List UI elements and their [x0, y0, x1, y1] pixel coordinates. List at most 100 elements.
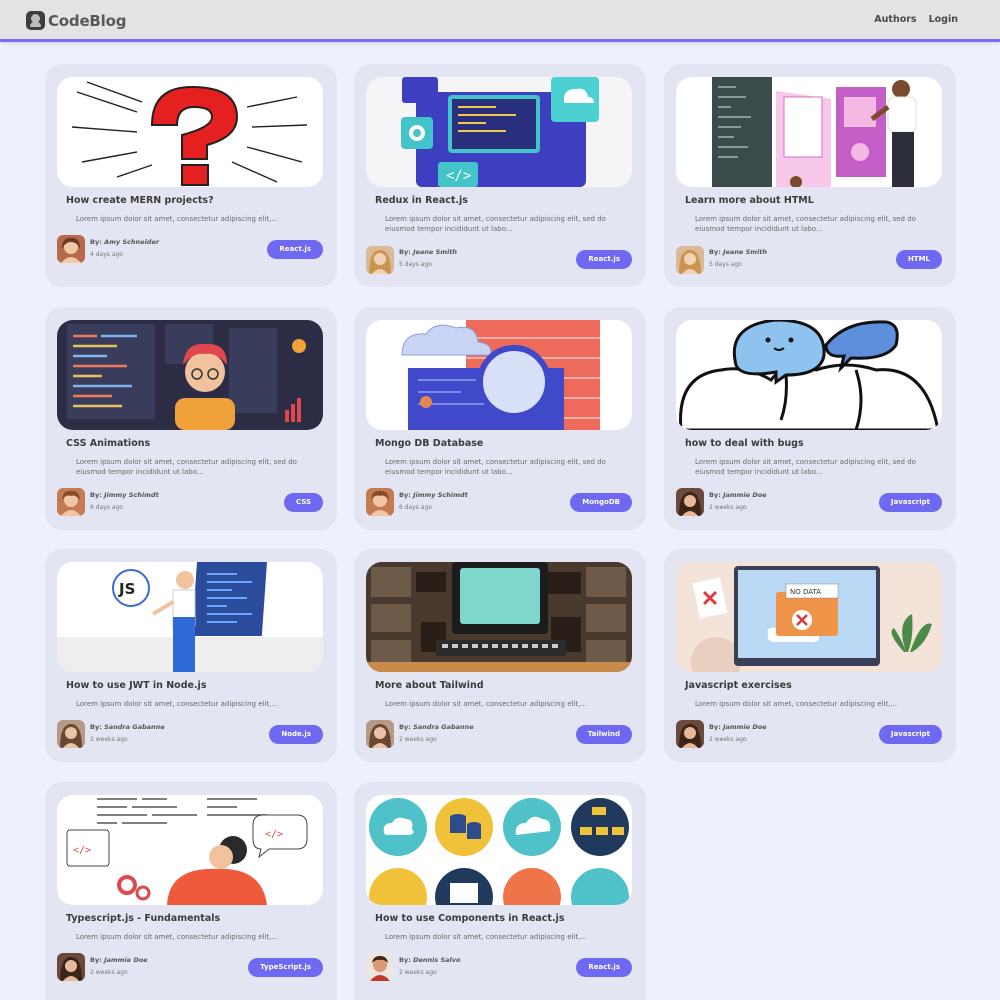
post-card[interactable]: How to use Components in React.js Lorem … — [354, 782, 646, 1000]
post-tag-button[interactable]: Javascript — [878, 725, 942, 744]
post-tag-button[interactable]: TypeScript.js — [248, 958, 323, 977]
post-time: 2 weeks ago — [709, 736, 747, 743]
author-avatar[interactable] — [57, 488, 85, 516]
post-excerpt: Lorem ipsum dolor sit amet, consectetur … — [385, 458, 606, 476]
post-time: 2 weeks ago — [399, 969, 437, 976]
byline-prefix: By: — [399, 723, 411, 731]
retro-computer-image — [366, 562, 632, 672]
post-tag-button[interactable]: CSS — [283, 493, 323, 512]
post-author[interactable]: By: Jeane Smith — [709, 248, 767, 256]
author-avatar[interactable] — [57, 720, 85, 748]
author-name: Jammie Doe — [723, 723, 767, 731]
post-card[interactable]: More about Tailwind Lorem ipsum dolor si… — [354, 549, 646, 762]
post-title[interactable]: How create MERN projects? — [66, 195, 214, 206]
coder-hoodie-illustration: </> </> — [57, 795, 323, 905]
post-tag-button[interactable]: HTML — [895, 250, 942, 269]
post-author[interactable]: By: Jeane Smith — [399, 248, 457, 256]
author-avatar[interactable] — [57, 953, 85, 981]
post-title[interactable]: how to deal with bugs — [685, 438, 804, 449]
post-card[interactable]: How create MERN projects? Lorem ipsum do… — [45, 64, 337, 287]
post-time: 2 weeks ago — [709, 504, 747, 511]
post-excerpt: Lorem ipsum dolor sit amet, consectetur … — [385, 933, 588, 941]
nav-login-link[interactable]: Login — [929, 14, 958, 25]
post-author[interactable]: By: Sandra Gabanne — [90, 723, 165, 731]
author-avatar[interactable] — [676, 488, 704, 516]
author-avatar[interactable] — [57, 235, 85, 263]
author-avatar[interactable] — [366, 246, 394, 274]
post-time: 2 weeks ago — [90, 736, 128, 743]
post-title[interactable]: Learn more about HTML — [685, 195, 814, 206]
byline-prefix: By: — [90, 491, 102, 499]
post-title[interactable]: Mongo DB Database — [375, 438, 483, 449]
js-presenter-illustration: JS — [57, 562, 323, 672]
post-thumbnail: NO DATA — [676, 562, 942, 672]
top-navbar: CodeBlog Authors Login — [0, 0, 1000, 42]
post-card[interactable]: NO DATA Javascript exercises Lorem ipsum… — [664, 549, 956, 762]
byline-prefix: By: — [90, 238, 102, 246]
post-card[interactable]: how to deal with bugs Lorem ipsum dolor … — [664, 307, 956, 530]
svg-text:</>: </> — [73, 845, 91, 856]
author-avatar[interactable] — [366, 953, 394, 981]
post-author[interactable]: By: Jammie Doe — [90, 956, 148, 964]
post-card[interactable]: </> </> Typescript.js - Fundamentals Lor… — [45, 782, 337, 1000]
post-tag-button[interactable]: React.js — [267, 240, 323, 259]
nav-authors-link[interactable]: Authors — [874, 14, 916, 25]
post-time: 2 weeks ago — [90, 969, 128, 976]
byline-prefix: By: — [399, 956, 411, 964]
post-card[interactable]: Learn more about HTML Lorem ipsum dolor … — [664, 64, 956, 287]
no-data-label: NO DATA — [790, 588, 821, 596]
author-name: Jeane Smith — [723, 248, 767, 256]
post-author[interactable]: By: Jammie Doe — [709, 723, 767, 731]
post-title[interactable]: Typescript.js - Fundamentals — [66, 913, 220, 924]
post-card[interactable]: </> Redux in React.js Lorem ipsum dolor … — [354, 64, 646, 287]
post-thumbnail — [366, 795, 632, 905]
post-thumbnail — [57, 77, 323, 187]
post-author[interactable]: By: Sandra Gabanne — [399, 723, 474, 731]
byline-prefix: By: — [709, 248, 721, 256]
post-excerpt: Lorem ipsum dolor sit amet, consectetur … — [695, 458, 916, 476]
post-tag-button[interactable]: Tailwind — [575, 725, 632, 744]
post-title[interactable]: Redux in React.js — [375, 195, 468, 206]
post-time: 2 weeks ago — [399, 736, 437, 743]
post-card[interactable]: Mongo DB Database Lorem ipsum dolor sit … — [354, 307, 646, 530]
author-avatar[interactable] — [676, 246, 704, 274]
author-avatar[interactable] — [366, 488, 394, 516]
post-tag-button[interactable]: Javascript — [878, 493, 942, 512]
post-author[interactable]: By: Dennis Salvo — [399, 956, 460, 964]
post-excerpt: Lorem ipsum dolor sit amet, consectetur … — [76, 458, 297, 476]
author-avatar[interactable] — [676, 720, 704, 748]
cat-illustration — [676, 320, 942, 430]
web-design-illustration — [676, 77, 942, 187]
byline-prefix: By: — [709, 491, 721, 499]
post-title[interactable]: How to use Components in React.js — [375, 913, 565, 924]
svg-text:JS: JS — [118, 580, 135, 598]
post-title[interactable]: How to use JWT in Node.js — [66, 680, 206, 691]
byline-prefix: By: — [399, 491, 411, 499]
logo[interactable]: CodeBlog — [26, 11, 126, 30]
post-tag-button[interactable]: Node.js — [269, 725, 323, 744]
post-title[interactable]: CSS Animations — [66, 438, 150, 449]
post-author[interactable]: By: Amy Schneider — [90, 238, 159, 246]
post-tag-button[interactable]: React.js — [576, 250, 632, 269]
author-name: Jammie Doe — [104, 956, 148, 964]
post-author[interactable]: By: Jimmy Schimdt — [90, 491, 159, 499]
author-name: Amy Schneider — [104, 238, 160, 246]
no-data-illustration: NO DATA — [676, 562, 942, 672]
post-thumbnail: </> — [366, 77, 632, 187]
author-avatar[interactable] — [366, 720, 394, 748]
post-tag-button[interactable]: React.js — [576, 958, 632, 977]
user-logo-icon — [26, 11, 45, 30]
logo-text: CodeBlog — [48, 11, 127, 30]
author-name: Jeane Smith — [413, 248, 457, 256]
code-screen-illustration: </> — [366, 77, 632, 187]
byline-prefix: By: — [90, 956, 102, 964]
post-title[interactable]: More about Tailwind — [375, 680, 484, 691]
post-excerpt: Lorem ipsum dolor sit amet, consectetur … — [76, 700, 279, 708]
post-card[interactable]: CSS Animations Lorem ipsum dolor sit ame… — [45, 307, 337, 530]
post-tag-button[interactable]: MongoDB — [570, 493, 632, 512]
post-thumbnail — [366, 562, 632, 672]
post-title[interactable]: Javascript exercises — [685, 680, 792, 691]
post-author[interactable]: By: Jammie Doe — [709, 491, 767, 499]
post-card[interactable]: JS How to use JWT in Node.js Lorem ipsum… — [45, 549, 337, 762]
post-author[interactable]: By: Jimmy Schimdt — [399, 491, 468, 499]
